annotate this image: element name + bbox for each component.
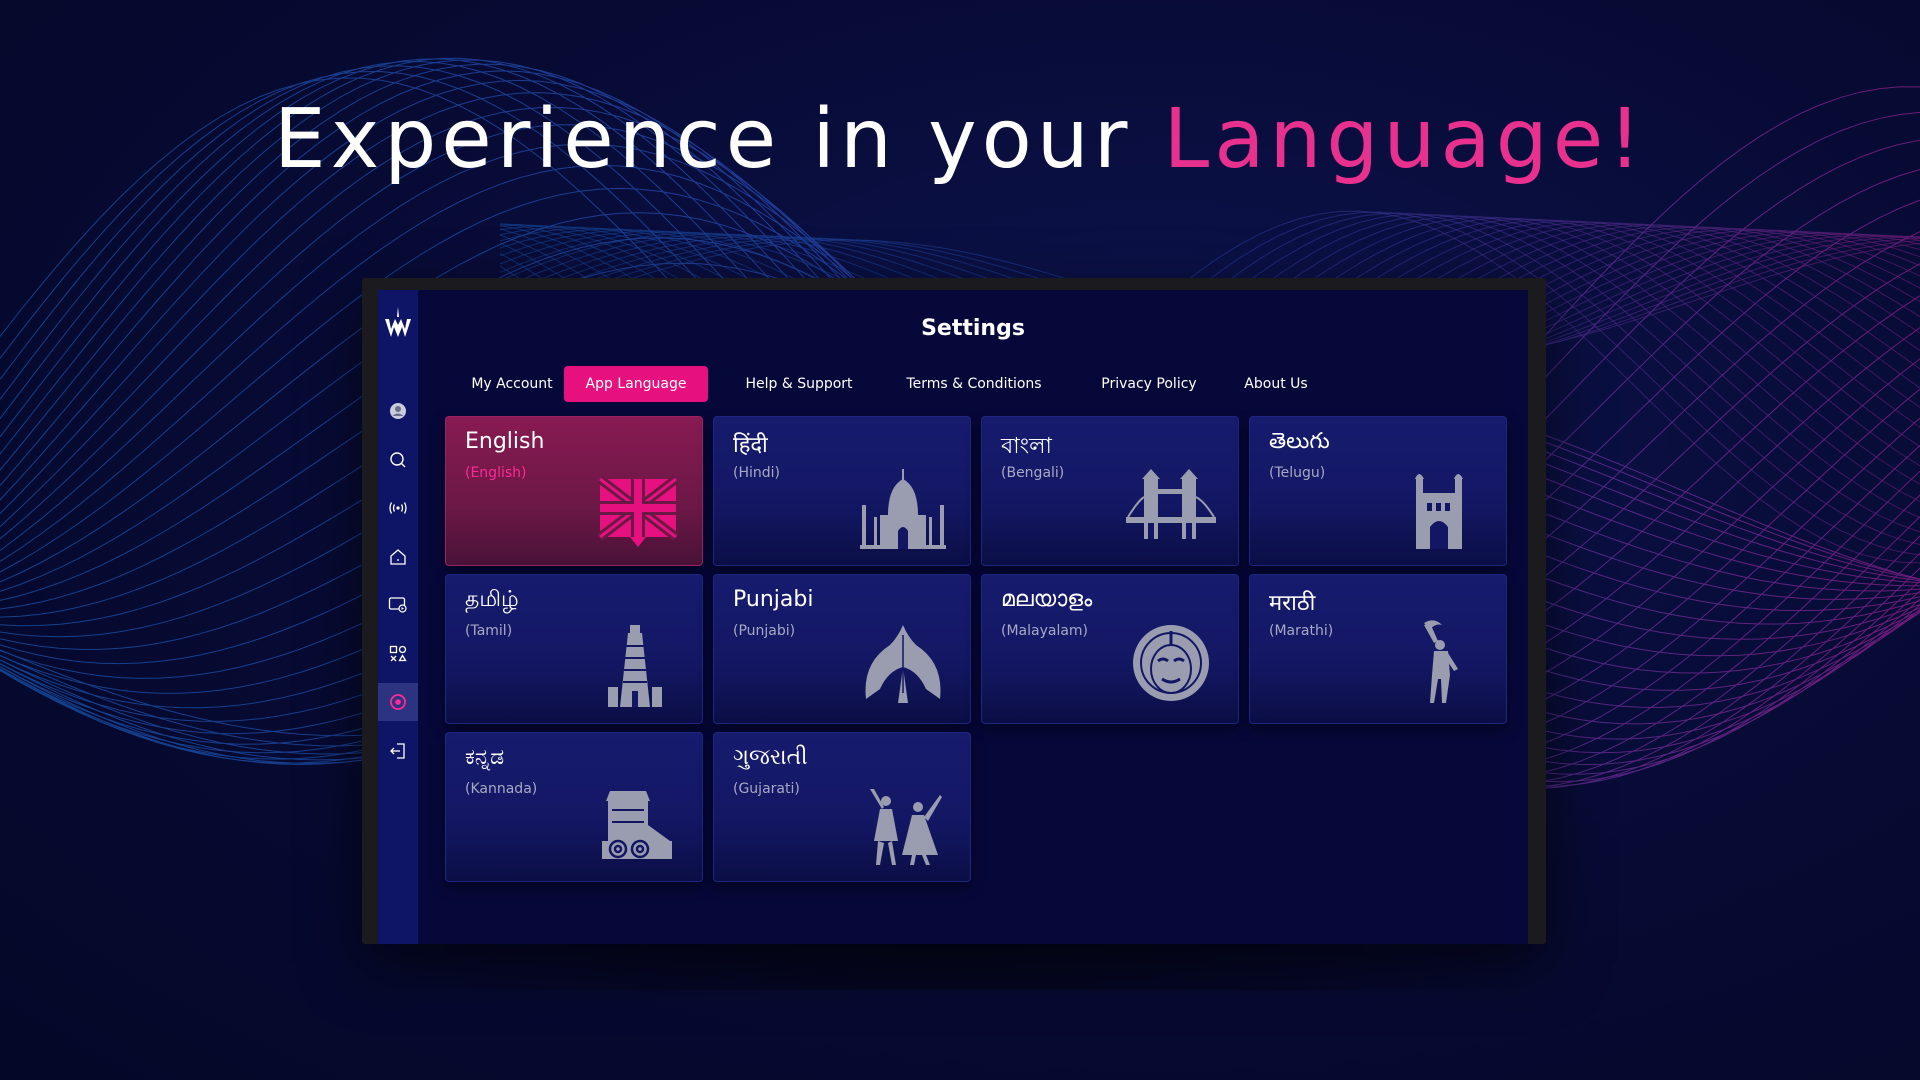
headline: Experience in your Language! [0, 92, 1920, 187]
language-native-name: ಕನ್ನಡ [465, 745, 505, 770]
sidebar-item-live[interactable] [378, 489, 418, 527]
home-icon [390, 548, 406, 565]
language-english-name: (Punjabi) [733, 623, 796, 639]
sidebar-item-logout[interactable] [378, 732, 418, 770]
language-native-name: मराठी [1269, 591, 1316, 616]
language-native-name: తెలుగు [1269, 429, 1330, 454]
language-card-english[interactable]: English (English) [445, 416, 703, 566]
language-card-marathi[interactable]: मराठी (Marathi) [1249, 574, 1507, 724]
union-jack-icon [597, 475, 679, 547]
language-english-name: (Tamil) [465, 623, 513, 639]
sidebar-item-settings[interactable] [378, 683, 418, 721]
language-card-malayalam[interactable]: മലയാളം (Malayalam) [981, 574, 1239, 724]
sidebar-item-search[interactable] [378, 441, 418, 479]
tv-shows-icon [388, 597, 407, 613]
language-english-name: (English) [465, 465, 527, 481]
language-english-name: (Kannada) [465, 781, 538, 797]
tab-privacy-policy[interactable]: Privacy Policy [1084, 366, 1214, 402]
bridge-icon [1126, 469, 1216, 539]
categories-icon [389, 645, 407, 661]
language-card-hindi[interactable]: हिंदी (Hindi) [713, 416, 971, 566]
page-title: Settings [921, 316, 1025, 341]
language-native-name: हिंदी [733, 433, 768, 458]
language-english-name: (Bengali) [1001, 465, 1065, 481]
language-card-punjabi[interactable]: Punjabi (Punjabi) [713, 574, 971, 724]
live-broadcast-icon [389, 502, 407, 514]
dancer-icon [1424, 620, 1458, 703]
app-logo-icon[interactable] [382, 302, 414, 342]
promo-stage: Experience in your Language! Settings My… [0, 0, 1920, 1080]
sidebar [378, 290, 418, 944]
taj-mahal-icon [860, 469, 946, 549]
sidebar-item-shows[interactable] [378, 586, 418, 624]
language-native-name: தமிழ் [465, 587, 519, 612]
language-english-name: (Marathi) [1269, 623, 1334, 639]
language-card-gujarati[interactable]: ગુજરાતી (Gujarati) [713, 732, 971, 882]
tab-app-language[interactable]: App Language [564, 366, 708, 402]
language-english-name: (Malayalam) [1001, 623, 1089, 639]
golden-temple-dome-icon [865, 625, 941, 703]
language-english-name: (Gujarati) [733, 781, 800, 797]
language-english-name: (Hindi) [733, 465, 780, 481]
language-card-tamil[interactable]: தமிழ் (Tamil) [445, 574, 703, 724]
tab-help-support[interactable]: Help & Support [734, 366, 864, 402]
sidebar-item-categories[interactable] [378, 635, 418, 673]
language-native-name: ગુજરાતી [733, 745, 808, 770]
temple-gopuram-icon [608, 625, 662, 707]
headline-accent: Language! [1163, 92, 1647, 187]
tab-about-us[interactable]: About Us [1226, 366, 1326, 402]
garba-dancers-icon [870, 789, 942, 865]
logout-icon [390, 742, 405, 759]
app-screen: Settings My Account App Language Help & … [378, 290, 1528, 944]
language-card-kannada[interactable]: ಕನ್ನಡ (Kannada) [445, 732, 703, 882]
language-native-name: Punjabi [733, 587, 814, 612]
tab-terms-conditions[interactable]: Terms & Conditions [894, 366, 1054, 402]
language-card-telugu[interactable]: తెలుగు (Telugu) [1249, 416, 1507, 566]
settings-icon [390, 694, 406, 710]
language-native-name: English [465, 429, 545, 454]
language-native-name: മലയാളം [1001, 587, 1093, 612]
language-native-name: বাংলা [1001, 434, 1052, 459]
language-card-bengali[interactable]: বাংলা (Bengali) [981, 416, 1239, 566]
tab-my-account[interactable]: My Account [462, 366, 562, 402]
stone-chariot-icon [602, 791, 672, 859]
profile-avatar-icon [390, 403, 406, 419]
sidebar-item-profile[interactable] [378, 392, 418, 430]
language-english-name: (Telugu) [1269, 465, 1326, 481]
search-icon [390, 451, 406, 467]
sidebar-item-home[interactable] [378, 538, 418, 576]
kathakali-mask-icon [1133, 625, 1209, 701]
headline-prefix: Experience in your [273, 92, 1164, 187]
charminar-icon [1415, 474, 1463, 549]
